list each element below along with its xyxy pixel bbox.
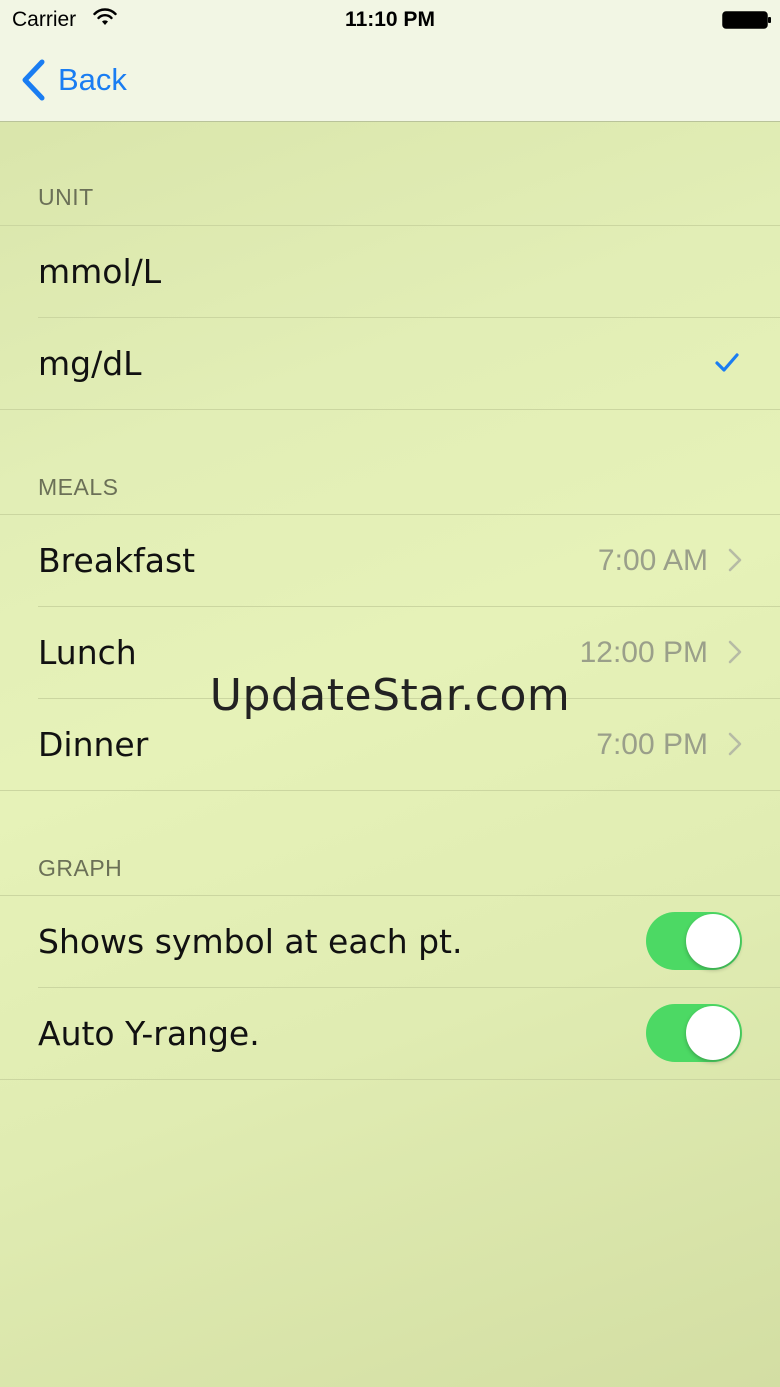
navigation-bar: Back xyxy=(0,40,780,122)
unit-option-label: mmol/L xyxy=(38,252,162,291)
chevron-right-icon xyxy=(728,548,742,572)
unit-option-mmol[interactable]: mmol/L xyxy=(0,226,780,317)
separator xyxy=(0,790,780,791)
back-chevron-icon xyxy=(22,59,45,101)
separator xyxy=(0,1079,780,1080)
chevron-right-icon xyxy=(728,732,742,756)
status-bar: Carrier 11:10 PM xyxy=(0,0,780,40)
meal-row-breakfast[interactable]: Breakfast 7:00 AM xyxy=(0,515,780,606)
watermark: UpdateStar.com xyxy=(209,670,571,721)
checkmark-icon xyxy=(715,353,739,372)
unit-section-header: UNIT xyxy=(38,184,94,210)
status-time: 11:10 PM xyxy=(345,8,435,31)
toggle-row-auto-y-range: Auto Y-range. xyxy=(0,988,780,1079)
meal-label: Breakfast xyxy=(38,541,196,580)
unit-option-label: mg/dL xyxy=(38,344,142,383)
battery-icon xyxy=(722,11,771,29)
auto-y-range-toggle[interactable] xyxy=(646,1004,742,1062)
meal-time: 7:00 AM xyxy=(597,544,708,577)
meals-section-header: MEALS xyxy=(38,474,119,500)
chevron-right-icon xyxy=(728,640,742,664)
unit-option-mgdl[interactable]: mg/dL xyxy=(0,318,780,409)
show-symbol-toggle[interactable] xyxy=(646,912,742,970)
graph-section-header: GRAPH xyxy=(38,855,123,881)
toggle-label: Shows symbol at each pt. xyxy=(38,922,463,961)
toggle-knob xyxy=(686,1006,740,1060)
toggle-row-show-symbol: Shows symbol at each pt. xyxy=(0,896,780,987)
toggle-knob xyxy=(686,914,740,968)
back-button[interactable]: Back xyxy=(20,56,127,104)
toggle-label: Auto Y-range. xyxy=(38,1014,260,1053)
separator xyxy=(0,409,780,410)
back-label: Back xyxy=(58,62,127,97)
